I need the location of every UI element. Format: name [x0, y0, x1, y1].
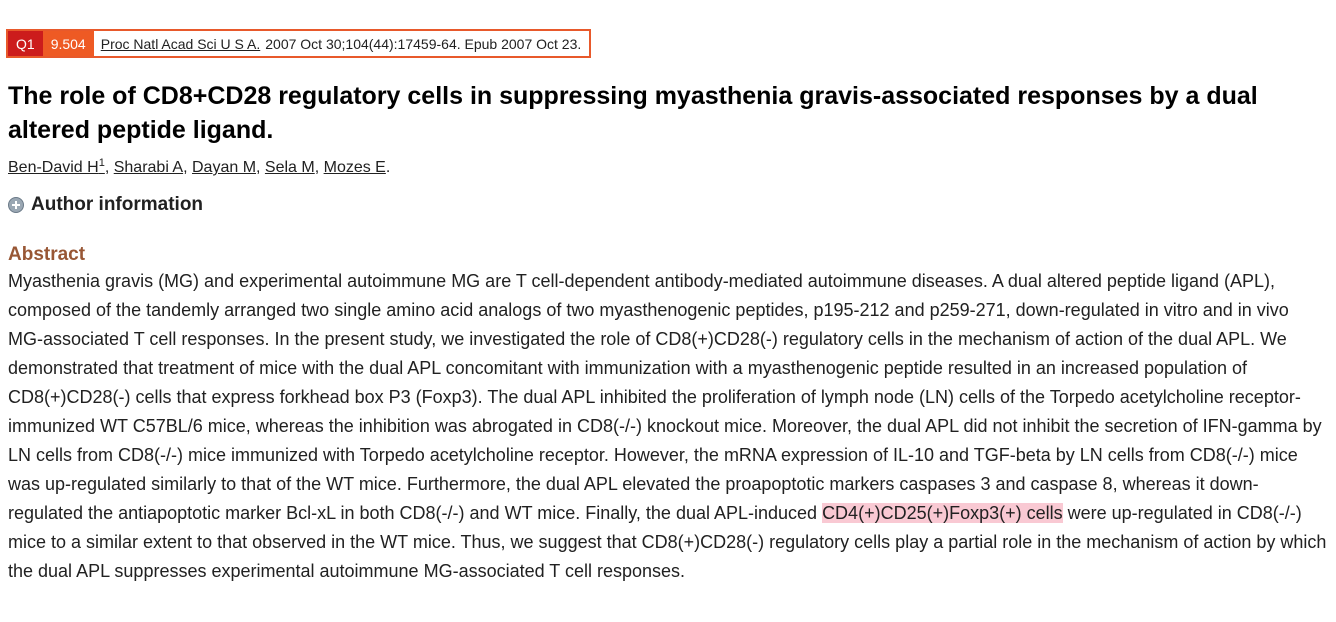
impact-factor-badge: 9.504 [42, 31, 94, 56]
author-separator: , [183, 159, 192, 176]
citation-bar: Q1 9.504 Proc Natl Acad Sci U S A. 2007 … [6, 29, 592, 58]
author-link-sharabi[interactable]: Sharabi A [114, 159, 183, 176]
author-list: Ben-David H1, Sharabi A, Dayan M, Sela M… [8, 156, 390, 180]
abstract-body: Myasthenia gravis (MG) and experimental … [8, 267, 1328, 586]
author-information-label: Author information [31, 194, 204, 215]
expand-plus-icon[interactable] [8, 197, 24, 213]
author-separator: , [104, 159, 114, 176]
author-list-end: . [385, 159, 391, 176]
author-link-sela[interactable]: Sela M [265, 159, 315, 176]
author-link-mozes[interactable]: Mozes E [324, 159, 386, 176]
citation-details: 2007 Oct 30;104(44):17459-64. Epub 2007 … [265, 35, 582, 52]
citation-text: Proc Natl Acad Sci U S A. 2007 Oct 30;10… [94, 31, 590, 56]
quartile-badge: Q1 [8, 31, 43, 56]
author-link-dayan[interactable]: Dayan M [192, 159, 256, 176]
highlighted-term: CD4(+)CD25(+)Foxp3(+) cells [822, 503, 1063, 523]
author-information-toggle[interactable]: Author information [8, 194, 203, 216]
author-separator: , [314, 159, 324, 176]
author-separator: , [256, 159, 265, 176]
abstract-text-part-1: Myasthenia gravis (MG) and experimental … [8, 271, 1322, 523]
abstract-heading: Abstract [8, 244, 86, 265]
author-link-ben-david[interactable]: Ben-David H1 [8, 158, 105, 177]
journal-link[interactable]: Proc Natl Acad Sci U S A. [101, 36, 261, 52]
article-title: The role of CD8+CD28 regulatory cells in… [8, 82, 1258, 144]
